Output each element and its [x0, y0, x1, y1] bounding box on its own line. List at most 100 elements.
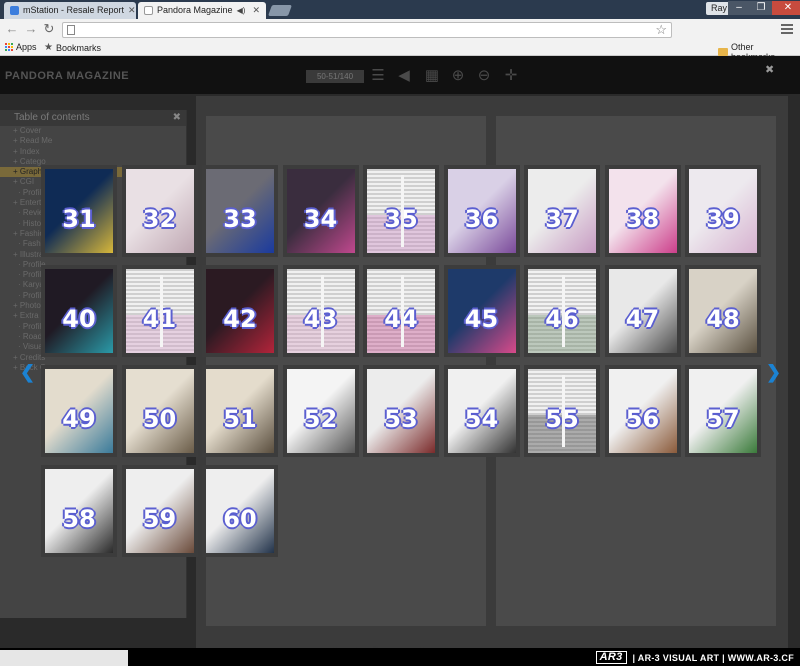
page-number-label: 42 — [223, 305, 257, 333]
close-thumbnails-icon[interactable]: ✖ — [765, 63, 774, 76]
page-thumbnail[interactable]: 37 — [524, 165, 600, 257]
page-thumbnail[interactable]: 41 — [121, 265, 198, 357]
page-thumbnail[interactable]: 49 — [41, 365, 117, 457]
thumbnail-image: 55 — [528, 369, 596, 453]
page-thumbnail[interactable]: 32 — [121, 165, 198, 257]
bookmarks-label: Bookmarks — [55, 42, 101, 53]
page-thumbnail[interactable]: 40 — [41, 265, 117, 357]
page-thumbnail[interactable]: 57 — [685, 365, 761, 457]
next-page-arrow-icon[interactable]: ❯ — [766, 362, 781, 383]
page-number-label: 47 — [625, 305, 660, 333]
thumbnail-image: 34 — [286, 169, 355, 253]
page-thumbnail[interactable]: 46 — [524, 265, 600, 357]
bookmarks-bookmark[interactable]: ★ Bookmarks — [44, 42, 101, 53]
star-icon: ★ — [44, 42, 53, 53]
reload-icon[interactable]: ↻ — [42, 22, 56, 36]
page-thumbnail[interactable]: 54 — [443, 365, 520, 457]
page-thumbnail[interactable]: 55 — [524, 365, 600, 457]
page-thumbnail[interactable]: 53 — [363, 365, 439, 457]
apps-bookmark[interactable]: Apps — [4, 42, 37, 52]
thumbnail-image: 39 — [689, 169, 757, 253]
thumbnail-image: 40 — [45, 269, 113, 353]
page-thumbnail[interactable]: 45 — [443, 265, 520, 357]
sound-icon[interactable]: ◀ — [396, 68, 412, 84]
address-bar[interactable]: ☆ — [62, 22, 672, 38]
bookmarks-bar: Apps ★ Bookmarks Other bookmarks — [0, 41, 800, 62]
page-favicon-icon — [144, 6, 153, 15]
flipbook-stage: PANDORA MAGAZINE 50-51/140 ☰ ◀ ▦ ⊕ ⊖ ✛ ✖… — [0, 56, 800, 666]
page-number-label: 50 — [142, 405, 177, 433]
page-thumbnail[interactable]: 39 — [685, 165, 761, 257]
magazine-header: PANDORA MAGAZINE 50-51/140 ☰ ◀ ▦ ⊕ ⊖ ✛ ✖ — [0, 56, 800, 94]
fullscreen-icon[interactable]: ✛ — [503, 68, 519, 84]
browser-toolbar: ← → ↻ ☆ — [0, 19, 800, 41]
page-number-label: 48 — [706, 305, 740, 333]
page-thumbnail[interactable]: 50 — [121, 365, 198, 457]
ar3-logo: AR3 — [595, 651, 627, 664]
page-thumbnail[interactable]: 58 — [41, 465, 117, 557]
page-number-label: 34 — [303, 205, 338, 233]
toc-item[interactable]: + Cover — [0, 126, 186, 136]
page-thumbnail[interactable]: 38 — [604, 165, 681, 257]
chrome-menu-icon[interactable] — [781, 22, 793, 36]
zoom-in-icon[interactable]: ⊕ — [450, 68, 466, 84]
browser-tab-pandora[interactable]: Pandora Magazine ◀) ✕ — [138, 2, 266, 19]
thumbnail-image: 44 — [367, 269, 435, 353]
page-thumbnail[interactable]: 60 — [202, 465, 278, 557]
thumbnail-image: 50 — [125, 369, 194, 453]
bookmark-star-icon[interactable]: ☆ — [655, 22, 667, 38]
close-tab-icon[interactable]: ✕ — [252, 2, 260, 19]
page-thumbnail[interactable]: 48 — [685, 265, 761, 357]
page-thumbnail[interactable]: 33 — [202, 165, 278, 257]
page-number-label: 55 — [545, 405, 579, 433]
thumbnail-image: 46 — [528, 269, 596, 353]
close-tab-icon[interactable]: ✕ — [128, 2, 136, 19]
minimize-button[interactable]: ‒ — [728, 1, 750, 15]
thumbnail-image: 36 — [447, 169, 516, 253]
page-indicator[interactable]: 50-51/140 — [306, 70, 364, 83]
page-thumbnail[interactable]: 52 — [282, 365, 359, 457]
thumbnail-image: 35 — [367, 169, 435, 253]
page-thumbnail[interactable]: 34 — [282, 165, 359, 257]
thumbnail-image: 41 — [125, 269, 194, 353]
previous-page-arrow-icon[interactable]: ❮ — [20, 362, 35, 383]
page-thumbnail[interactable]: 47 — [604, 265, 681, 357]
new-tab-button[interactable] — [267, 5, 293, 16]
page-thumbnail[interactable]: 43 — [282, 265, 359, 357]
page-number-label: 58 — [62, 505, 96, 533]
page-number-label: 56 — [625, 405, 660, 433]
thumbnail-image: 42 — [206, 269, 274, 353]
back-arrow-icon[interactable]: ← — [5, 22, 19, 36]
thumbnail-image: 47 — [608, 269, 677, 353]
page-thumbnail[interactable]: 51 — [202, 365, 278, 457]
thumbnail-image: 53 — [367, 369, 435, 453]
thumbnail-image: 51 — [206, 369, 274, 453]
zoom-out-icon[interactable]: ⊖ — [476, 68, 492, 84]
forward-arrow-icon[interactable]: → — [24, 22, 38, 36]
page-thumbnail[interactable]: 56 — [604, 365, 681, 457]
toc-title: Table of contents — [14, 112, 90, 123]
page-thumbnail[interactable]: 35 — [363, 165, 439, 257]
page-number-label: 37 — [545, 205, 579, 233]
page-thumbnail[interactable]: 59 — [121, 465, 198, 557]
close-toc-icon[interactable]: ✖ — [173, 110, 181, 126]
thumbnail-image: 52 — [286, 369, 355, 453]
toc-item[interactable]: + Read Me — [0, 136, 186, 146]
brand-text: | AR-3 VISUAL ART | WWW.AR-3.CF — [632, 652, 794, 663]
browser-tab-mstation[interactable]: mStation - Resale Report ✕ — [4, 2, 136, 19]
table-of-contents-icon[interactable]: ☰ — [370, 68, 386, 84]
toc-item[interactable]: + Index — [0, 147, 186, 157]
thumbnails-icon[interactable]: ▦ — [424, 68, 440, 84]
page-thumbnail[interactable]: 42 — [202, 265, 278, 357]
footer-left-block — [0, 650, 128, 666]
maximize-button[interactable]: ❐ — [750, 1, 772, 15]
page-thumbnail[interactable]: 31 — [41, 165, 117, 257]
page-number-label: 41 — [142, 305, 177, 333]
audio-playing-icon: ◀) — [236, 6, 246, 15]
thumbnail-image: 32 — [125, 169, 194, 253]
page-number-label: 31 — [62, 205, 96, 233]
page-thumbnail[interactable]: 44 — [363, 265, 439, 357]
close-window-button[interactable]: ✕ — [772, 1, 800, 15]
page-number-label: 44 — [384, 305, 418, 333]
page-thumbnail[interactable]: 36 — [443, 165, 520, 257]
